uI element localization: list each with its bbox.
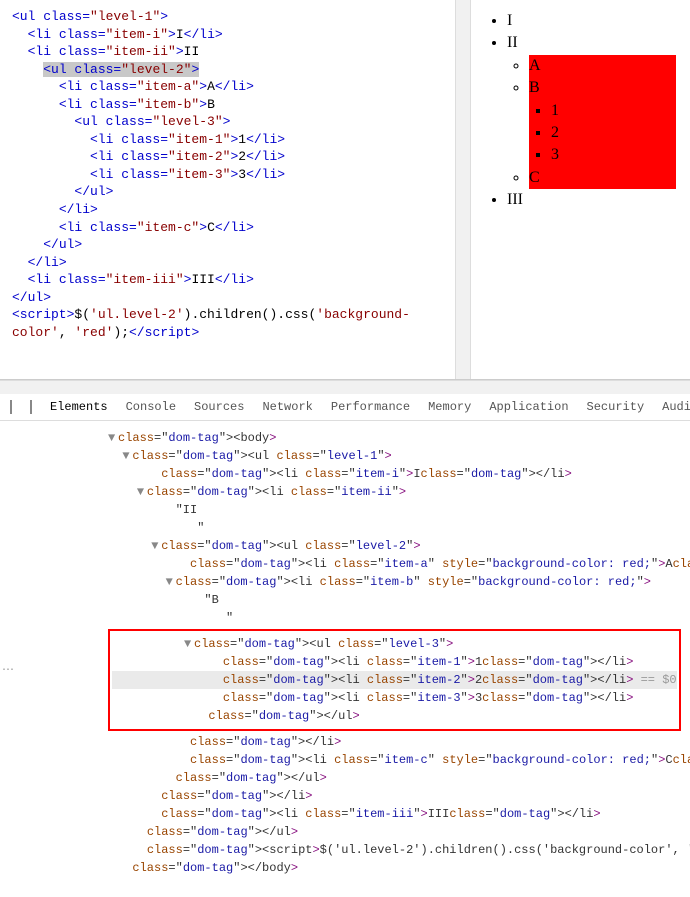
list-text: C [529, 169, 540, 186]
preview-list-level3: 1 2 3 [551, 100, 676, 167]
code-line: </ul> [12, 289, 458, 307]
highlight-box: ▼class="dom-tag"><ul class="level-3"> cl… [108, 629, 681, 731]
dom-node[interactable]: class="dom-tag"><li class="item-a" style… [108, 555, 690, 573]
tab-application[interactable]: Application [489, 400, 568, 414]
dom-node[interactable]: class="dom-tag"></ul> [108, 769, 690, 787]
dom-node[interactable]: class="dom-tag"><li class="item-2">2clas… [112, 671, 677, 689]
code-line: <script>$('ul.level-2').children().css('… [12, 306, 458, 324]
dom-node[interactable]: class="dom-tag"><script>$('ul.level-2').… [108, 841, 690, 859]
list-item: 3 [551, 144, 676, 166]
code-line: <ul class="level-3"> [12, 113, 458, 131]
dom-node[interactable]: ▼class="dom-tag"><ul class="level-2"> [108, 537, 690, 555]
dom-node[interactable]: class="dom-tag"><li class="item-1">1clas… [112, 653, 677, 671]
code-line: <li class="item-b">B [12, 96, 458, 114]
list-text: III [507, 191, 523, 208]
code-line: <li class="item-a">A</li> [12, 78, 458, 96]
list-text: 3 [551, 146, 559, 163]
devtools-panel: Elements Console Sources Network Perform… [0, 394, 690, 897]
tab-console[interactable]: Console [126, 400, 176, 414]
code-line-highlighted: <ul class="level-2"> [12, 61, 458, 79]
preview-list-level2: A B 1 2 3 C [529, 55, 676, 189]
code-line: </li> [12, 201, 458, 219]
dom-node[interactable]: class="dom-tag"></li> [108, 787, 690, 805]
tab-performance[interactable]: Performance [331, 400, 410, 414]
code-line: <ul class="level-1"> [12, 8, 458, 26]
code-line: <li class="item-2">2</li> [12, 148, 458, 166]
code-line: </ul> [12, 236, 458, 254]
list-item: C [529, 167, 676, 189]
code-line: <li class="item-i">I</li> [12, 26, 458, 44]
dom-node[interactable]: class="dom-tag"><li class="item-3">3clas… [112, 689, 677, 707]
dom-tree[interactable]: ▼class="dom-tag"><body> ▼class="dom-tag"… [0, 421, 690, 897]
tab-network[interactable]: Network [262, 400, 312, 414]
dom-node[interactable]: ▼class="dom-tag"><body> [108, 429, 690, 447]
list-item: 2 [551, 122, 676, 144]
code-line: </li> [12, 254, 458, 272]
top-section: <ul class="level-1"> <li class="item-i">… [0, 0, 690, 380]
list-text: 1 [551, 102, 559, 119]
dom-node[interactable]: class="dom-tag"></ul> [112, 707, 677, 725]
list-item: II A B 1 2 3 C [507, 32, 676, 189]
preview-panel: I II A B 1 2 3 C III [470, 0, 690, 379]
list-item: A [529, 55, 676, 77]
code-line: </ul> [12, 183, 458, 201]
code-line: <li class="item-iii">III</li> [12, 271, 458, 289]
dom-node[interactable]: class="dom-tag"></li> [108, 733, 690, 751]
dom-node[interactable]: class="dom-tag"><li class="item-i">Iclas… [108, 465, 690, 483]
list-text: II [507, 34, 518, 51]
code-editor-panel[interactable]: <ul class="level-1"> <li class="item-i">… [0, 0, 470, 379]
list-item: I [507, 10, 676, 32]
side-ellipsis: ⋯ [2, 662, 14, 677]
tab-audits[interactable]: Audits [662, 400, 690, 414]
dom-node[interactable]: ▼class="dom-tag"><li class="item-b" styl… [108, 573, 690, 591]
devtools-tabbar: Elements Console Sources Network Perform… [0, 394, 690, 421]
dom-node[interactable]: class="dom-tag"><li class="item-c" style… [108, 751, 690, 769]
dom-node[interactable]: ▼class="dom-tag"><li class="item-ii"> [108, 483, 690, 501]
inspect-icon[interactable] [10, 400, 12, 414]
dom-node[interactable]: class="dom-tag"><li class="item-iii">III… [108, 805, 690, 823]
dom-node[interactable]: class="dom-tag"></ul> [108, 823, 690, 841]
device-toggle-icon[interactable] [30, 400, 32, 414]
dom-node[interactable]: class="dom-tag"></body> [108, 859, 690, 877]
tab-elements[interactable]: Elements [50, 400, 108, 414]
preview-list-level1: I II A B 1 2 3 C III [507, 10, 676, 212]
dom-node[interactable]: ▼class="dom-tag"><ul class="level-3"> [112, 635, 677, 653]
tab-sources[interactable]: Sources [194, 400, 244, 414]
list-text: A [529, 57, 541, 74]
horizontal-scrollbar[interactable] [0, 380, 690, 394]
tab-memory[interactable]: Memory [428, 400, 471, 414]
list-text: B [529, 79, 540, 96]
list-text: I [507, 12, 512, 29]
code-line: <li class="item-1">1</li> [12, 131, 458, 149]
list-item: 1 [551, 100, 676, 122]
list-text: 2 [551, 124, 559, 141]
dom-node[interactable]: " [108, 519, 690, 537]
code-line: <li class="item-ii">II [12, 43, 458, 61]
code-line: <li class="item-c">C</li> [12, 219, 458, 237]
code-line: <li class="item-3">3</li> [12, 166, 458, 184]
dom-node[interactable]: ▼class="dom-tag"><ul class="level-1"> [108, 447, 690, 465]
tab-security[interactable]: Security [587, 400, 645, 414]
list-item: III [507, 189, 676, 211]
dom-node[interactable]: " [108, 609, 690, 627]
dom-node[interactable]: "II [108, 501, 690, 519]
code-line: color', 'red');</script> [12, 324, 458, 342]
list-item: B 1 2 3 [529, 77, 676, 167]
dom-node[interactable]: "B [108, 591, 690, 609]
